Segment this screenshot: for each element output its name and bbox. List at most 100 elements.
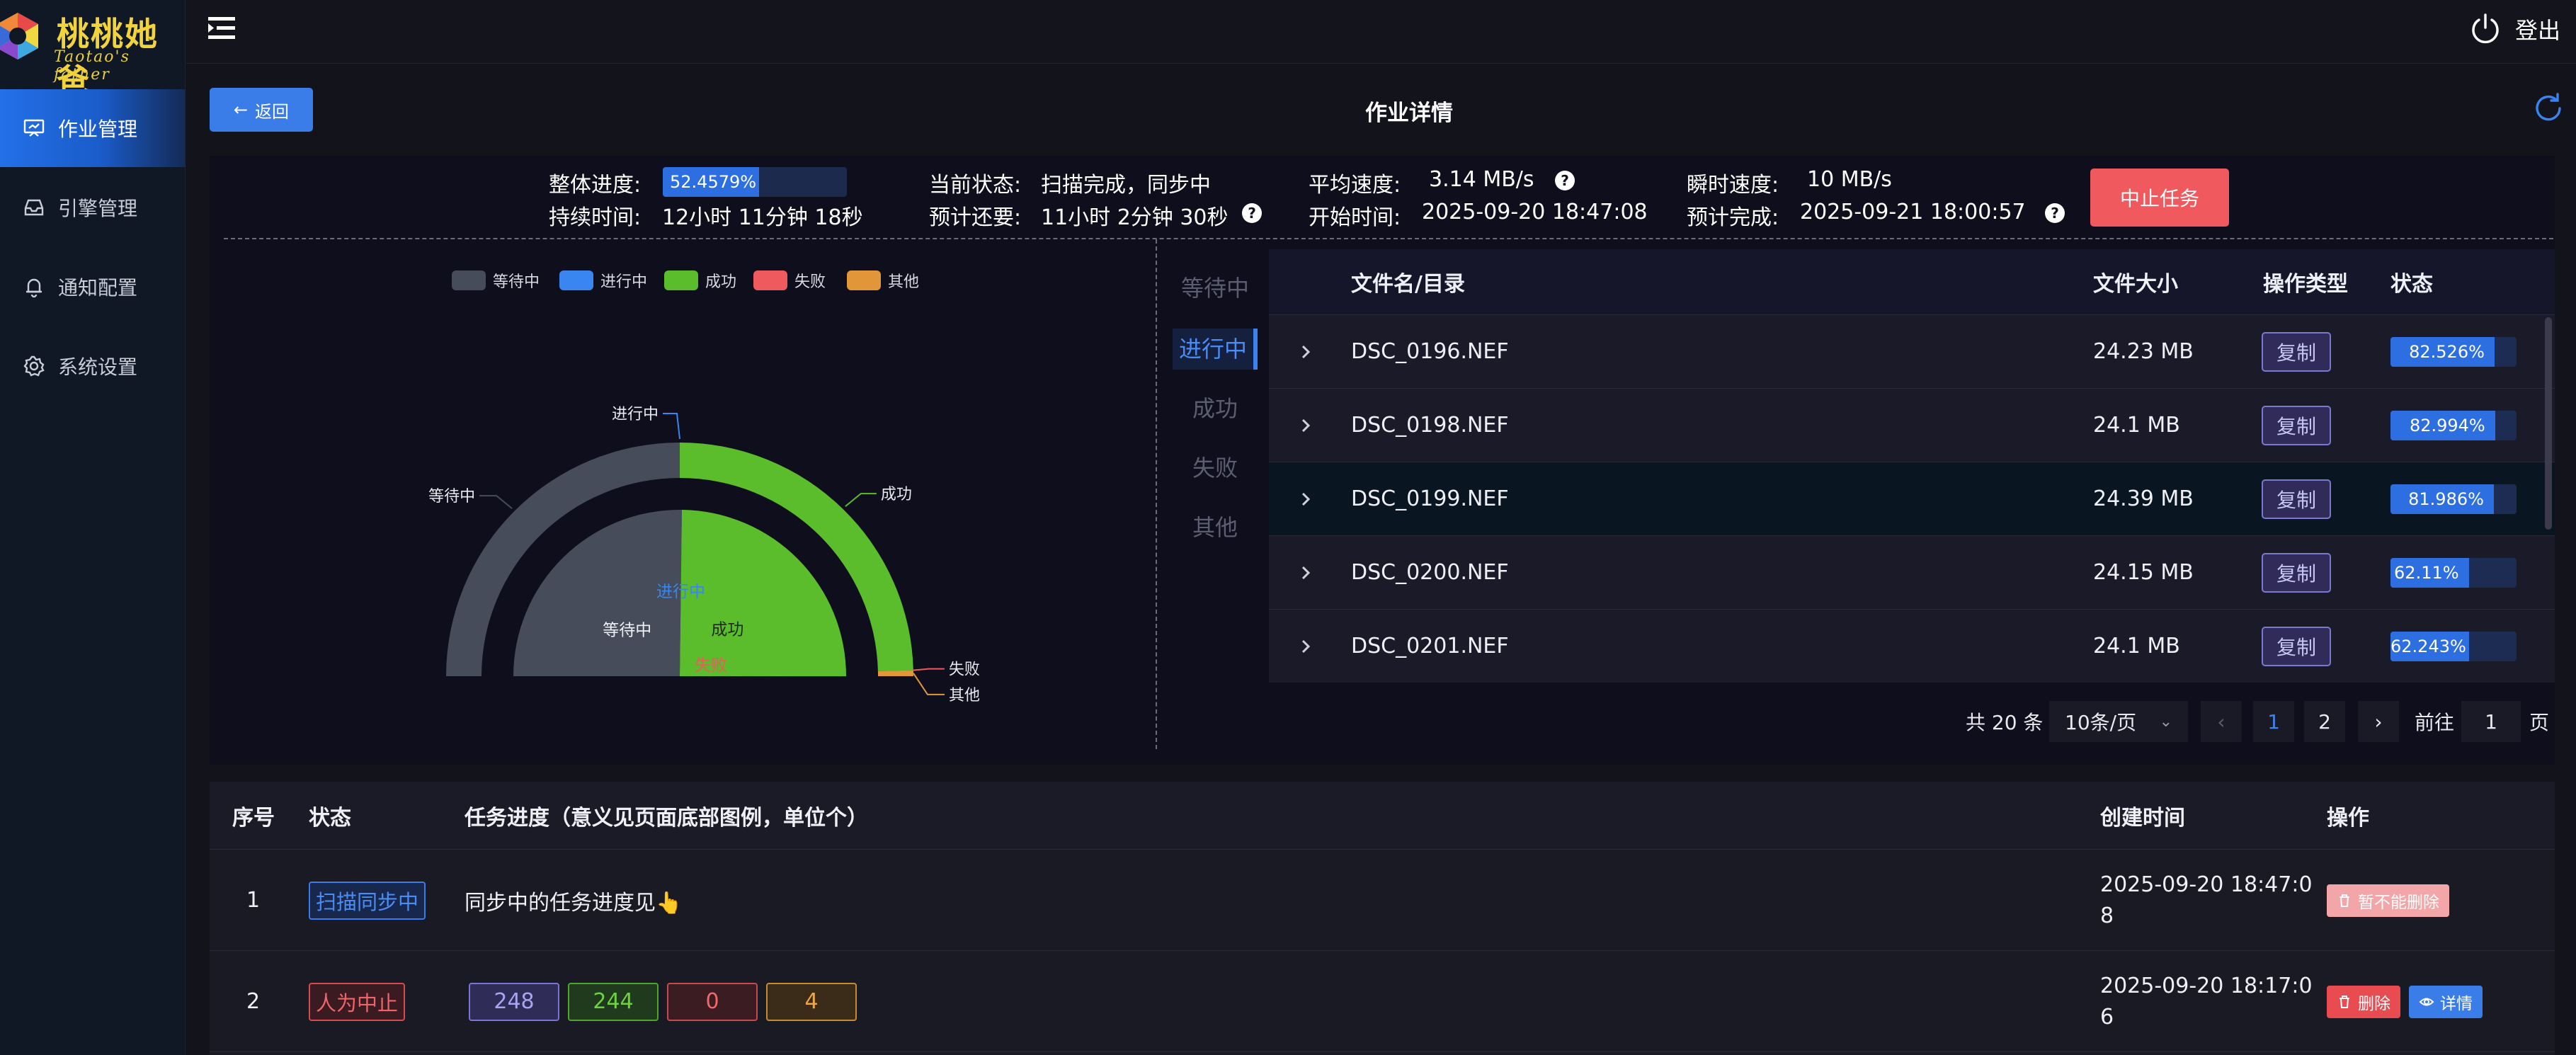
file-size: 24.39 MB bbox=[2093, 486, 2194, 511]
goto-page-input[interactable]: 1 bbox=[2461, 701, 2521, 742]
sidebar-item-jobs[interactable]: 作业管理 bbox=[0, 89, 186, 167]
detail-label: 详情 bbox=[2440, 994, 2473, 1013]
trash-icon bbox=[2340, 894, 2349, 907]
divider bbox=[224, 238, 2553, 239]
file-progress-bar: 62.11% bbox=[2390, 557, 2517, 588]
column-header: 文件名/目录 bbox=[1351, 272, 1465, 297]
back-button[interactable]: ← 返回 bbox=[210, 88, 313, 132]
duration-label: 持续时间: bbox=[549, 205, 642, 230]
prev-page-button[interactable]: ‹ bbox=[2201, 701, 2242, 742]
delete-button[interactable]: 删除 bbox=[2327, 985, 2400, 1018]
table-row[interactable]: DSC_0196.NEF 24.23 MB 复制 82.526% bbox=[1269, 314, 2555, 388]
legend-swatch bbox=[753, 270, 787, 290]
legend-item[interactable]: 等待中 bbox=[452, 269, 540, 292]
inner-label: 失败 bbox=[695, 656, 727, 675]
eye-icon bbox=[2419, 998, 2434, 1005]
copy-op-tag[interactable]: 复制 bbox=[2262, 331, 2331, 372]
file-name: DSC_0201.NEF bbox=[1351, 634, 1509, 658]
logout-link[interactable]: 登出 bbox=[2515, 13, 2560, 45]
legend-item[interactable]: 进行中 bbox=[559, 269, 647, 292]
chevron-right-icon[interactable] bbox=[1299, 489, 1313, 509]
trash-icon bbox=[2340, 995, 2349, 1008]
menu-fold-icon[interactable] bbox=[207, 14, 238, 42]
status-value: 扫描完成，同步中 bbox=[1041, 173, 1211, 198]
avg-speed-label: 平均速度: bbox=[1309, 173, 1401, 198]
sidebar-item-label: 作业管理 bbox=[58, 118, 138, 141]
goto-suffix: 页 bbox=[2529, 711, 2550, 734]
tab-success[interactable]: 成功 bbox=[1173, 388, 1258, 429]
tab-failed[interactable]: 失败 bbox=[1173, 447, 1258, 489]
label-leader-line bbox=[845, 493, 877, 507]
file-progress-fill: 62.11% bbox=[2390, 557, 2469, 588]
overall-progress-bar: 52.4579% bbox=[663, 167, 847, 197]
sidebar-item-settings[interactable]: 系统设置 bbox=[0, 327, 186, 405]
table-row[interactable]: DSC_0201.NEF 24.1 MB 复制 62.243% bbox=[1269, 609, 2555, 683]
file-size: 24.23 MB bbox=[2093, 339, 2194, 364]
chevron-right-icon[interactable] bbox=[1299, 342, 1313, 362]
sidebar-item-notifications[interactable]: 通知配置 bbox=[0, 248, 186, 326]
legend-swatch bbox=[664, 270, 698, 290]
help-icon[interactable]: ? bbox=[1242, 203, 1262, 223]
inner-label: 等待中 bbox=[603, 622, 651, 640]
sidebar-item-engines[interactable]: 引擎管理 bbox=[0, 169, 186, 246]
progress-text: 同步中的任务进度见👆 bbox=[465, 890, 683, 916]
copy-op-tag[interactable]: 复制 bbox=[2262, 405, 2331, 445]
file-progress-bar: 82.994% bbox=[2390, 410, 2517, 440]
page-1-button[interactable]: 1 bbox=[2253, 701, 2294, 742]
table-row[interactable]: DSC_0198.NEF 24.1 MB 复制 82.994% bbox=[1269, 388, 2555, 462]
cannot-delete-button[interactable]: 暂不能删除 bbox=[2327, 884, 2449, 917]
legend-label: 其他 bbox=[888, 273, 920, 291]
created-time-line: 2025-09-20 18:17:0 bbox=[2100, 973, 2313, 998]
file-size: 24.1 MB bbox=[2093, 634, 2180, 658]
page-2-button[interactable]: 2 bbox=[2304, 701, 2345, 742]
help-icon[interactable]: ? bbox=[2045, 203, 2065, 223]
detail-button[interactable]: 详情 bbox=[2409, 985, 2483, 1018]
tab-waiting[interactable]: 等待中 bbox=[1173, 268, 1258, 309]
stop-task-button[interactable]: 中止任务 bbox=[2090, 169, 2229, 227]
power-icon[interactable] bbox=[2468, 11, 2503, 47]
file-progress-fill: 82.994% bbox=[2390, 410, 2495, 440]
row-index: 2 bbox=[246, 989, 261, 1014]
cannot-delete-label: 暂不能删除 bbox=[2358, 893, 2439, 912]
task-table: 序号 状态 任务进度（意义见页面底部图例，单位个） 创建时间 操作 1 扫描同步… bbox=[210, 782, 2555, 1055]
file-name: DSC_0196.NEF bbox=[1351, 339, 1509, 364]
file-name: DSC_0198.NEF bbox=[1351, 413, 1509, 438]
arrow-left-icon: ← bbox=[233, 100, 249, 120]
copy-op-tag[interactable]: 复制 bbox=[2262, 479, 2331, 519]
page-size-value: 10条/页 bbox=[2065, 711, 2137, 734]
column-header: 序号 bbox=[232, 805, 275, 831]
legend-item[interactable]: 失败 bbox=[753, 269, 826, 292]
sidebar-item-label: 通知配置 bbox=[58, 276, 138, 300]
remaining-value: 11小时 2分钟 30秒 bbox=[1041, 205, 1229, 230]
outer-label: 其他 bbox=[949, 687, 980, 705]
overall-progress-fill: 52.4579% bbox=[663, 167, 760, 197]
chevron-right-icon[interactable] bbox=[1299, 563, 1313, 583]
table-row[interactable]: DSC_0199.NEF 24.39 MB 复制 81.986% bbox=[1269, 462, 2555, 535]
count-success: 244 bbox=[568, 982, 659, 1021]
copy-op-tag[interactable]: 复制 bbox=[2262, 626, 2331, 666]
next-page-button[interactable]: › bbox=[2358, 701, 2399, 742]
finish-time-value: 2025-09-21 18:00:57 bbox=[1800, 200, 2026, 224]
tab-in-progress[interactable]: 进行中 bbox=[1173, 329, 1258, 370]
page-title: 作业详情 bbox=[1365, 101, 1453, 126]
legend-item[interactable]: 其他 bbox=[847, 269, 919, 292]
created-time-line: 6 bbox=[2100, 1004, 2114, 1030]
chevron-right-icon[interactable] bbox=[1299, 416, 1313, 435]
row-index: 1 bbox=[246, 888, 261, 913]
avg-speed-value: 3.14 MB/s bbox=[1429, 167, 1534, 192]
created-time-line: 8 bbox=[2100, 903, 2114, 928]
legend-label: 成功 bbox=[705, 273, 737, 291]
pagination-total: 共 20 条 bbox=[1966, 711, 2044, 734]
tab-other[interactable]: 其他 bbox=[1173, 507, 1258, 548]
outer-ring-slice[interactable] bbox=[877, 670, 913, 676]
legend-label: 失败 bbox=[794, 273, 826, 291]
copy-op-tag[interactable]: 复制 bbox=[2262, 552, 2331, 593]
scrollbar[interactable] bbox=[2545, 317, 2552, 530]
help-icon[interactable]: ? bbox=[1555, 171, 1575, 190]
table-row[interactable]: DSC_0200.NEF 24.15 MB 复制 62.11% bbox=[1269, 535, 2555, 609]
refresh-icon[interactable] bbox=[2532, 92, 2565, 125]
chevron-right-icon[interactable] bbox=[1299, 637, 1313, 656]
page-size-select[interactable]: 10条/页 ⌄ bbox=[2049, 701, 2188, 742]
legend-item[interactable]: 成功 bbox=[664, 269, 736, 292]
delete-label: 删除 bbox=[2358, 994, 2390, 1013]
